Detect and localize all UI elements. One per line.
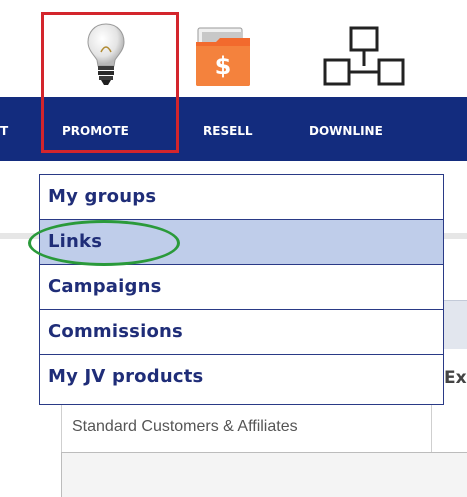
dollar-folder-icon[interactable]: $	[194, 26, 254, 88]
menu-item-commissions[interactable]: Commissions	[40, 310, 443, 355]
menu-item-my-groups[interactable]: My groups	[40, 175, 443, 220]
menu-item-campaigns[interactable]: Campaigns	[40, 265, 443, 310]
menu-item-my-jv-products[interactable]: My JV products	[40, 355, 443, 400]
network-icon[interactable]	[322, 26, 408, 88]
tab-standard-customers-label: Standard Customers & Affiliates	[72, 418, 298, 435]
content-area	[61, 452, 467, 497]
nav-item-partial[interactable]: T	[0, 124, 8, 138]
background-partial-text: Ex	[444, 368, 467, 388]
background-panel	[440, 300, 467, 349]
nav-item-downline[interactable]: DOWNLINE	[309, 124, 383, 138]
nav-item-resell[interactable]: RESELL	[203, 124, 253, 138]
promote-dropdown-menu: My groups Links Campaigns Commissions My…	[39, 174, 444, 405]
promote-highlight-box	[41, 12, 179, 153]
links-highlight-circle	[28, 220, 180, 266]
tab-standard-customers[interactable]: Standard Customers & Affiliates	[61, 405, 432, 452]
svg-text:$: $	[215, 52, 232, 80]
